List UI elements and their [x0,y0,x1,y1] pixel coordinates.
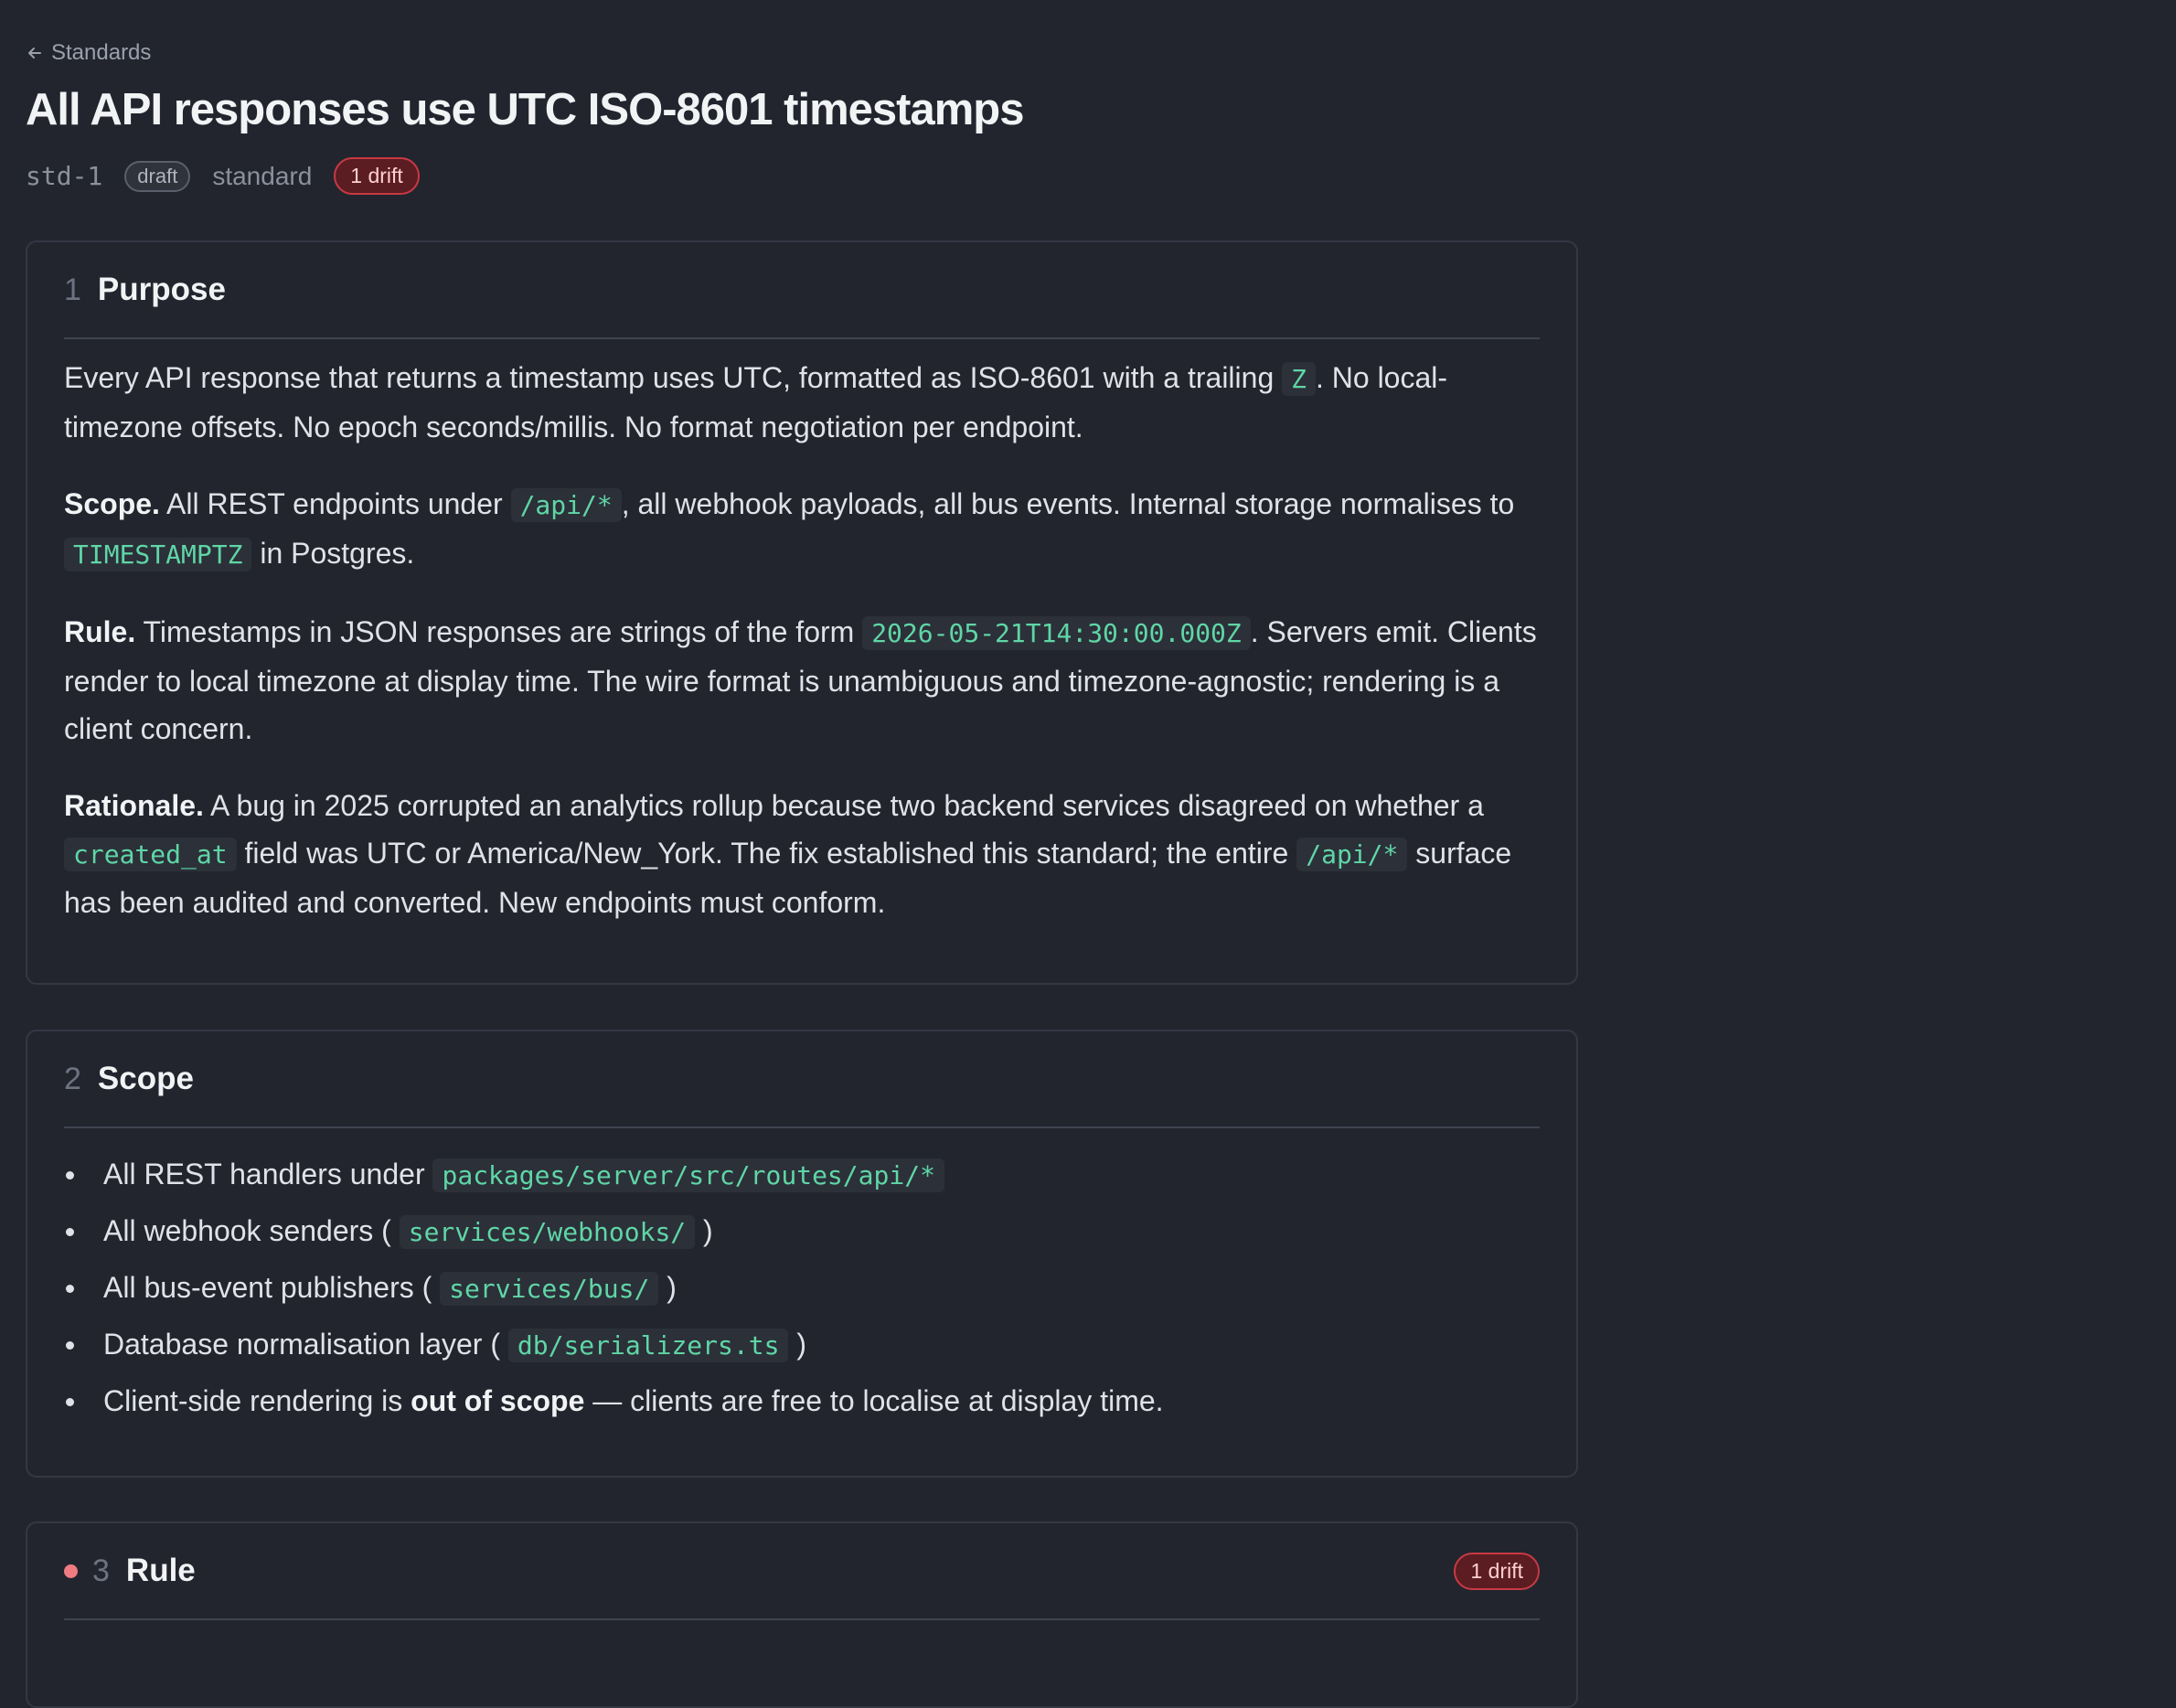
standard-id: std-1 [26,161,103,191]
section-header: 3 Rule 1 drift [64,1523,1540,1620]
meta-row: std-1 draft standard 1 drift [26,157,420,195]
section-number: 3 [92,1553,110,1588]
kind-label: standard [212,161,313,190]
section-header: 2 Scope [64,1031,1540,1128]
section-body: Every API response that returns a timest… [64,354,1540,955]
scope-paragraph: Scope. All REST endpoints under /api/*, … [64,487,1515,571]
inline-code: 2026-05-21T14:30:00.000Z [862,616,1251,650]
rule-paragraph: Rule. Timestamps in JSON responses are s… [64,615,1537,745]
section-header: 1 Purpose [64,242,1540,339]
page-title: All API responses use UTC ISO-8601 times… [26,85,1024,134]
inline-code: services/bus/ [440,1272,659,1306]
drift-indicator-dot [64,1564,78,1578]
list-item: Client-side rendering is out of scope — … [64,1373,1540,1428]
inline-code: Z [1282,362,1316,396]
section-scope: 2 Scope All REST handlers under packages… [26,1030,1578,1478]
section-rule: 3 Rule 1 drift [26,1521,1578,1708]
section-title: Rule [125,1553,196,1588]
section-title: Scope [97,1061,194,1096]
inline-code: db/serializers.ts [507,1329,789,1362]
list-item: All REST handlers under packages/server/… [64,1147,1540,1203]
section-number: 2 [64,1061,81,1096]
drift-badge[interactable]: 1 drift [334,157,420,195]
list-item: All bus-event publishers ( services/bus/… [64,1260,1540,1317]
status-badge: draft [124,160,191,192]
section-drift-badge[interactable]: 1 drift [1454,1552,1540,1590]
section-purpose: 1 Purpose Every API response that return… [26,240,1578,985]
section-number: 1 [64,272,81,307]
inline-code: services/webhooks/ [399,1215,696,1249]
scope-list: All REST handlers under packages/server/… [64,1147,1540,1428]
inline-code: created_at [64,838,237,871]
section-body: All REST handlers under packages/server/… [64,1147,1540,1428]
inline-code: /api/* [1296,838,1408,871]
inline-code: packages/server/src/routes/api/* [432,1158,944,1192]
back-to-standards-link[interactable]: Standards [26,40,151,66]
purpose-paragraph: Every API response that returns a timest… [64,361,1448,443]
section-title: Purpose [97,272,226,307]
back-label: Standards [51,40,152,65]
rationale-paragraph: Rationale. A bug in 2025 corrupted an an… [64,789,1512,919]
list-item: Database normalisation layer ( db/serial… [64,1317,1540,1373]
arrow-left-icon [28,48,41,59]
inline-code: TIMESTAMPTZ [64,538,252,571]
list-item: All webhook senders ( services/webhooks/… [64,1203,1540,1260]
inline-code: /api/* [510,488,622,522]
